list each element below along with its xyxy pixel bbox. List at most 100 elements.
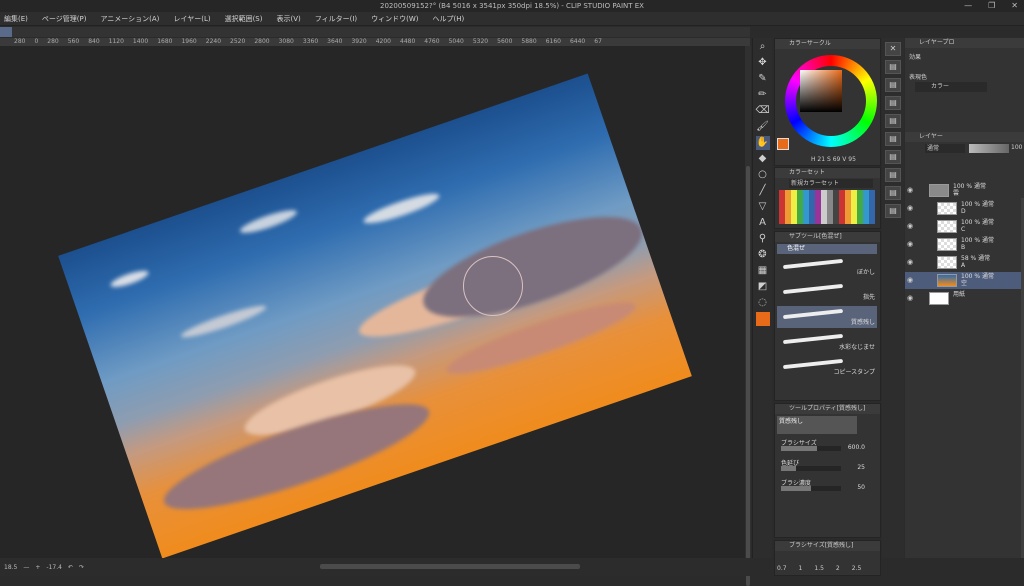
ruler-tick-label: 6440 (569, 38, 586, 45)
opacity-slider[interactable] (969, 144, 1009, 153)
ruler-tick-label: 280 (47, 38, 59, 45)
decoration-tool-icon[interactable]: ❂ (756, 248, 770, 262)
menu-animation[interactable]: アニメーション(A) (100, 14, 159, 24)
opacity-value[interactable]: 100 (1011, 144, 1022, 151)
minimize-button[interactable]: — (964, 0, 972, 12)
rotate-left-icon[interactable]: ↶ (68, 564, 73, 571)
brush-item-copy-stamp[interactable]: コピースタンプ (777, 356, 877, 378)
eye-icon[interactable]: ◉ (907, 276, 913, 284)
sub-view-icon[interactable]: ▤ (885, 78, 901, 92)
layer-row[interactable]: ◉ 58 % 通常 A (905, 254, 1024, 271)
eraser-tool-icon[interactable]: ⌫ (756, 104, 770, 118)
menu-page[interactable]: ページ管理(P) (42, 14, 87, 24)
brush-size-preset[interactable]: 1 (799, 565, 803, 572)
shape-tool-icon[interactable]: ○ (756, 168, 770, 182)
menu-help[interactable]: ヘルプ(H) (433, 14, 465, 24)
eye-icon[interactable]: ◉ (907, 294, 913, 302)
close-button[interactable]: ✕ (1011, 0, 1018, 12)
menu-filter[interactable]: フィルター(I) (315, 14, 357, 24)
panel-title: ブラシサイズ[質感残し] (775, 541, 880, 551)
layer-row[interactable]: ◉ 用紙 (905, 290, 1024, 307)
scrollbar-thumb[interactable] (746, 166, 750, 586)
move-tool-icon[interactable]: ✥ (756, 56, 770, 70)
rotation-value[interactable]: -17.4 (46, 564, 62, 571)
color-swatch-grid[interactable] (779, 190, 875, 224)
fill-tool-icon[interactable]: ◆ (756, 152, 770, 166)
canvas-area[interactable] (0, 46, 745, 558)
maximize-button[interactable]: ❐ (988, 0, 995, 12)
eye-icon[interactable]: ◉ (907, 204, 913, 212)
current-color-icon[interactable] (755, 312, 770, 326)
auto-action-icon[interactable]: ▤ (885, 150, 901, 164)
info-icon[interactable]: ▤ (885, 96, 901, 110)
text-tool-icon[interactable]: A (756, 216, 770, 230)
animation-icon[interactable]: ▤ (885, 186, 901, 200)
blend-mode-select[interactable]: 通常 (925, 144, 965, 153)
history-icon[interactable]: ▤ (885, 132, 901, 146)
expression-color-select[interactable]: カラー (915, 82, 987, 92)
subtool-group-tab[interactable]: 色混ぜ (777, 244, 877, 254)
brush-size-preset[interactable]: 0.7 (777, 565, 787, 572)
menu-window[interactable]: ウィンドウ(W) (371, 14, 418, 24)
rotate-right-icon[interactable]: ↷ (79, 564, 84, 571)
navigator-icon[interactable]: ▤ (885, 60, 901, 74)
brush-item-blur[interactable]: ぼかし (777, 256, 877, 278)
blend-tool-icon[interactable]: ✋ (755, 136, 770, 150)
pencil-tool-icon[interactable]: ✏ (756, 88, 770, 102)
material-icon[interactable]: ▤ (885, 114, 901, 128)
layer-row[interactable]: ◉ 100 % 通常雲 (905, 182, 1024, 199)
zoom-in-button[interactable]: + (35, 564, 40, 571)
eye-icon[interactable]: ◉ (907, 240, 913, 248)
timeline-icon[interactable]: ▤ (885, 204, 901, 218)
zoom-value[interactable]: 18.5 (4, 564, 17, 571)
color-square[interactable] (800, 70, 842, 112)
pen-tool-icon[interactable]: ✎ (756, 72, 770, 86)
canvas-horizontal-scrollbar[interactable] (320, 564, 580, 569)
ruler-tick-label: 3920 (351, 38, 367, 45)
color-set-select[interactable]: 新規カラーセット (789, 179, 873, 188)
brush-size-panel: ブラシサイズ[質感残し] 0.7 1 1.5 2 2.5 (774, 540, 881, 576)
brush-item-watercolor[interactable]: 水彩なじませ (777, 331, 877, 353)
eye-icon[interactable]: ◉ (907, 186, 913, 194)
close-panel-icon[interactable]: ✕ (885, 42, 901, 56)
layer-search-icon[interactable]: ▤ (885, 168, 901, 182)
brush-size-preset[interactable]: 2 (836, 565, 840, 572)
eyedropper-tool-icon[interactable]: ⚲ (756, 232, 770, 246)
ruler-tick-label: 1960 (181, 38, 197, 45)
brush-tool-icon[interactable]: 🖌 (756, 120, 770, 134)
eye-icon[interactable]: ◉ (907, 258, 913, 266)
main-color-swatch[interactable] (777, 138, 789, 150)
menu-view[interactable]: 表示(V) (276, 14, 300, 24)
canvas-vertical-scrollbar[interactable] (745, 46, 751, 586)
status-bar: 18.5 — + -17.4 ↶ ↷ (0, 558, 750, 576)
layer-row[interactable]: ◉ 100 % 通常 D (905, 200, 1024, 217)
eye-icon[interactable]: ◉ (907, 222, 913, 230)
menu-layer[interactable]: レイヤー(L) (173, 14, 210, 24)
menu-edit[interactable]: 編集(E) (4, 14, 28, 24)
layer-row[interactable]: ◉ 100 % 通常 C (905, 218, 1024, 235)
brush-item-finger[interactable]: 指先 (777, 281, 877, 303)
zoom-tool-icon[interactable]: ⌕ (756, 40, 770, 54)
brush-preview: 質感残し (777, 416, 857, 434)
layer-row[interactable]: ◉ 100 % 通常空 (905, 272, 1024, 289)
gradient-tool-icon[interactable]: ▦ (756, 264, 770, 278)
layer-blend-info: 100 % 通常 (961, 219, 994, 226)
balloon-tool-icon[interactable]: ◌ (756, 296, 770, 310)
document-tab[interactable] (0, 27, 12, 37)
layer-name: B (961, 243, 966, 251)
brush-item-texture[interactable]: 質感残し (777, 306, 877, 328)
brush-density-row[interactable]: ブラシ濃度 50 (781, 478, 875, 491)
zoom-out-button[interactable]: — (23, 564, 29, 571)
brush-size-row[interactable]: ブラシサイズ 600.0 (781, 438, 875, 451)
brush-size-preset[interactable]: 1.5 (814, 565, 824, 572)
color-stretch-row[interactable]: 色延び 25 (781, 458, 875, 471)
cloud-shape (109, 267, 151, 291)
ruler-tool-icon[interactable]: ◩ (756, 280, 770, 294)
brush-size-preset[interactable]: 2.5 (852, 565, 862, 572)
layer-row[interactable]: ◉ 100 % 通常 B (905, 236, 1024, 253)
ruler-tick-label: 5320 (472, 38, 489, 45)
frame-tool-icon[interactable]: ▽ (756, 200, 770, 214)
menu-selection[interactable]: 選択範囲(S) (225, 14, 263, 24)
line-tool-icon[interactable]: ╱ (756, 184, 770, 198)
painting-sky[interactable] (58, 73, 692, 558)
